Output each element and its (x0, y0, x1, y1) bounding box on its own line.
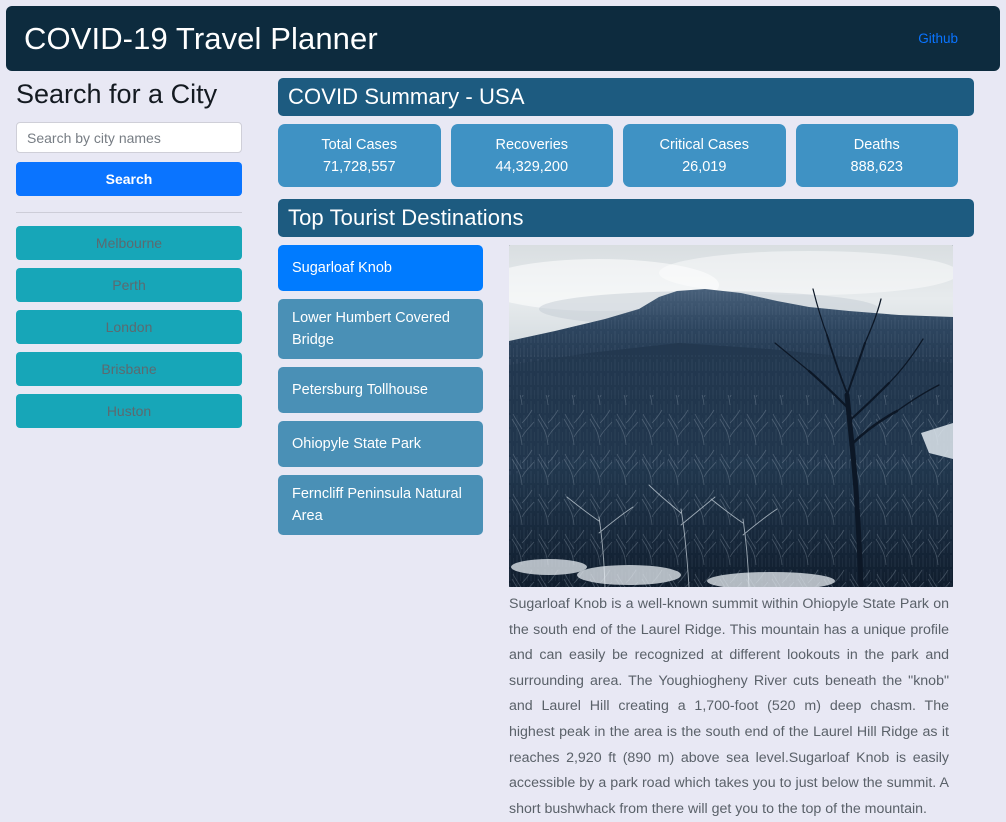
destination-item-lower-humbert-covered-bridge[interactable]: Lower Humbert Covered Bridge (278, 299, 483, 359)
stat-value: 26,019 (682, 158, 727, 175)
city-button-huston[interactable]: Huston (16, 394, 242, 428)
app-title: COVID-19 Travel Planner (24, 21, 378, 56)
destinations-body: Sugarloaf Knob Lower Humbert Covered Bri… (278, 245, 978, 822)
destinations-header: Top Tourist Destinations (278, 199, 974, 237)
city-button-melbourne[interactable]: Melbourne (16, 226, 242, 260)
stat-label: Deaths (853, 136, 900, 153)
github-link[interactable]: Github (918, 31, 982, 46)
covid-summary-header: COVID Summary - USA (278, 78, 974, 116)
stat-label: Critical Cases (659, 136, 749, 153)
destination-description: Sugarloaf Knob is a well-known summit wi… (509, 596, 949, 817)
search-button[interactable]: Search (16, 162, 242, 196)
stat-card-deaths: Deaths 888,623 (795, 124, 958, 187)
sidebar-divider (16, 212, 242, 213)
destination-item-petersburg-tollhouse[interactable]: Petersburg Tollhouse (278, 367, 483, 413)
stat-card-total-cases: Total Cases 71,728,557 (278, 124, 441, 187)
destination-item-ohiopyle-state-park[interactable]: Ohiopyle State Park (278, 421, 483, 467)
main-content: COVID Summary - USA Total Cases 71,728,5… (278, 78, 978, 822)
city-list: Melbourne Perth London Brisbane Huston (16, 226, 242, 428)
destination-item-sugarloaf-knob[interactable]: Sugarloaf Knob (278, 245, 483, 291)
stat-value: 71,728,557 (322, 158, 396, 175)
sidebar-title: Search for a City (16, 79, 218, 109)
navbar: COVID-19 Travel Planner Github (6, 6, 1000, 71)
sidebar: Search for a City Search Melbourne Perth… (16, 78, 242, 436)
destination-detail: Sugarloaf Knob is a well-known summit wi… (509, 245, 953, 822)
stat-value: 44,329,200 (495, 158, 569, 175)
stat-value: 888,623 (850, 158, 903, 175)
city-button-perth[interactable]: Perth (16, 268, 242, 302)
stat-card-critical-cases: Critical Cases 26,019 (623, 124, 786, 187)
destination-item-ferncliff-peninsula-natural-area[interactable]: Ferncliff Peninsula Natural Area (278, 475, 483, 535)
covid-stats-row: Total Cases 71,728,557 Recoveries 44,329… (278, 124, 958, 187)
stat-card-recoveries: Recoveries 44,329,200 (450, 124, 613, 187)
city-button-london[interactable]: London (16, 310, 242, 344)
stat-label: Total Cases (321, 136, 398, 153)
city-button-brisbane[interactable]: Brisbane (16, 352, 242, 386)
stat-label: Recoveries (495, 136, 569, 153)
search-input[interactable] (16, 122, 242, 153)
destination-photo (509, 245, 953, 587)
destination-list: Sugarloaf Knob Lower Humbert Covered Bri… (278, 245, 483, 822)
